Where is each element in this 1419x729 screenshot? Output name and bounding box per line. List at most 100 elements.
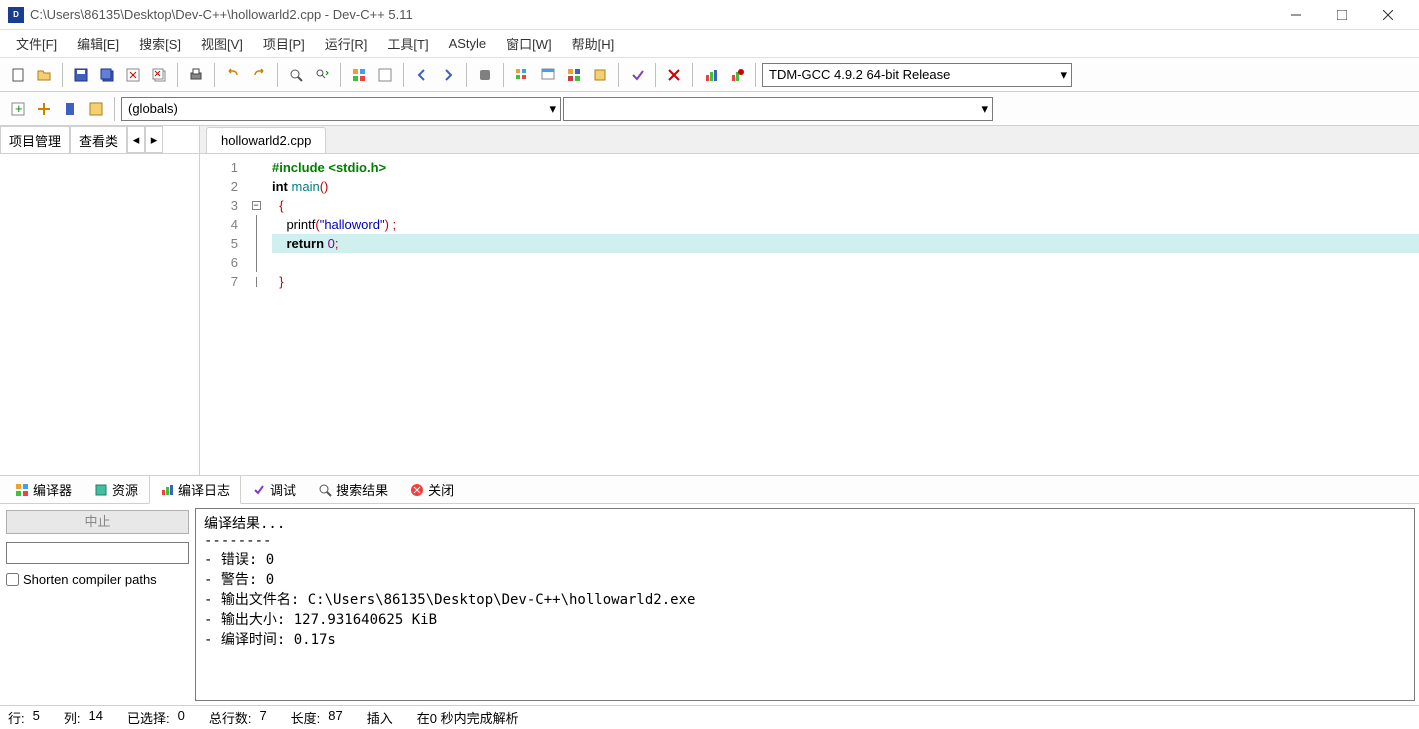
status-total-lines: 总行数: 7 [209, 708, 267, 727]
sidebar-body [0, 154, 199, 475]
compiler-selector-label: TDM-GCC 4.9.2 64-bit Release [769, 67, 950, 82]
chart-icon [160, 483, 174, 497]
forward-icon[interactable] [436, 63, 460, 87]
tab-debug[interactable]: 调试 [241, 475, 307, 504]
shorten-paths-checkbox[interactable]: Shorten compiler paths [6, 572, 189, 587]
code-editor[interactable]: 1234567 − #include <stdio.h>int main() {… [200, 154, 1419, 475]
tab-project[interactable]: 项目管理 [0, 126, 70, 153]
editor-pane: hollowarld2.cpp 1234567 − #include <stdi… [200, 126, 1419, 475]
menu-project[interactable]: 项目[P] [253, 30, 315, 57]
menu-window[interactable]: 窗口[W] [496, 30, 562, 57]
status-selected: 已选择: 0 [127, 708, 185, 727]
tab-close-label: 关闭 [428, 480, 454, 499]
undo-icon[interactable] [221, 63, 245, 87]
chevron-down-icon: ▾ [981, 101, 988, 117]
delete-profile-icon[interactable] [725, 63, 749, 87]
tab-close[interactable]: 关闭 [399, 475, 465, 504]
app-icon: D [8, 7, 24, 23]
status-col: 列: 14 [64, 708, 103, 727]
secondary-toolbar: + (globals) ▾ ▾ [0, 92, 1419, 126]
menu-tools[interactable]: 工具[T] [377, 30, 438, 57]
breakpoint-icon[interactable] [473, 63, 497, 87]
compile-log-output[interactable]: 编译结果... -------- - 错误: 0 - 警告: 0 - 输出文件名… [195, 508, 1415, 701]
status-bar: 行: 5 列: 14 已选择: 0 总行数: 7 长度: 87 插入 在0 秒内… [0, 705, 1419, 729]
close-button[interactable] [1365, 0, 1411, 30]
bottom-tabs: 编译器 资源 编译日志 调试 搜索结果 关闭 [0, 476, 1419, 504]
abort-button[interactable]: 中止 [6, 510, 189, 534]
close-file-icon[interactable] [121, 63, 145, 87]
menu-astyle[interactable]: AStyle [439, 32, 497, 55]
find-icon[interactable] [284, 63, 308, 87]
main-toolbar: TDM-GCC 4.9.2 64-bit Release ▾ [0, 58, 1419, 92]
titlebar: D C:\Users\86135\Desktop\Dev-C++\hollowa… [0, 0, 1419, 30]
sidebar: 项目管理 查看类 ◂ ▸ [0, 126, 200, 475]
check-icon [252, 483, 266, 497]
menu-file[interactable]: 文件[F] [6, 30, 67, 57]
tab-search-label: 搜索结果 [336, 480, 388, 499]
log-filter-input[interactable] [6, 542, 189, 564]
tab-debug-label: 调试 [270, 480, 296, 499]
menu-view[interactable]: 视图[V] [191, 30, 253, 57]
shorten-paths-label: Shorten compiler paths [23, 572, 157, 587]
menu-help[interactable]: 帮助[H] [562, 30, 625, 57]
new-file-icon[interactable] [6, 63, 30, 87]
profile-icon[interactable] [699, 63, 723, 87]
status-parse: 在0 秒内完成解析 [417, 708, 519, 727]
stop-icon[interactable] [662, 63, 686, 87]
status-mode: 插入 [367, 708, 393, 727]
save-all-icon[interactable] [95, 63, 119, 87]
search-icon [318, 483, 332, 497]
compiler-selector[interactable]: TDM-GCC 4.9.2 64-bit Release ▾ [762, 63, 1072, 87]
goto-icon[interactable] [84, 97, 108, 121]
tab-resources-label: 资源 [112, 480, 138, 499]
debug-icon[interactable] [625, 63, 649, 87]
globals-selector[interactable]: (globals) ▾ [121, 97, 561, 121]
redo-icon[interactable] [247, 63, 271, 87]
shorten-paths-input[interactable] [6, 573, 19, 586]
editor-tab-active[interactable]: hollowarld2.cpp [206, 127, 326, 153]
globals-selector-label: (globals) [128, 101, 178, 116]
replace-icon[interactable] [310, 63, 334, 87]
sidebar-tabs: 项目管理 查看类 ◂ ▸ [0, 126, 199, 154]
tab-resources[interactable]: 资源 [83, 475, 149, 504]
new-class-icon[interactable]: + [6, 97, 30, 121]
tab-compile-log[interactable]: 编译日志 [149, 475, 241, 504]
menubar: 文件[F] 编辑[E] 搜索[S] 视图[V] 项目[P] 运行[R] 工具[T… [0, 30, 1419, 58]
save-icon[interactable] [69, 63, 93, 87]
run2-icon[interactable] [536, 63, 560, 87]
window-title: C:\Users\86135\Desktop\Dev-C++\hollowarl… [30, 7, 1273, 22]
menu-run[interactable]: 运行[R] [315, 30, 378, 57]
rebuild-all-icon[interactable] [588, 63, 612, 87]
open-file-icon[interactable] [32, 63, 56, 87]
menu-edit[interactable]: 编辑[E] [67, 30, 129, 57]
tab-log-label: 编译日志 [178, 480, 230, 499]
menu-search[interactable]: 搜索[S] [129, 30, 191, 57]
fold-column[interactable]: − [248, 154, 264, 475]
tab-scroll-left[interactable]: ◂ [127, 126, 145, 153]
compile-run-icon[interactable] [510, 63, 534, 87]
functions-selector[interactable]: ▾ [563, 97, 993, 121]
tab-classes[interactable]: 查看类 [70, 126, 127, 153]
chevron-down-icon: ▾ [549, 101, 556, 117]
tab-compiler[interactable]: 编译器 [4, 475, 83, 504]
minimize-button[interactable] [1273, 0, 1319, 30]
rebuild-icon[interactable] [562, 63, 586, 87]
code-content[interactable]: #include <stdio.h>int main() { printf("h… [264, 154, 1419, 475]
print-icon[interactable] [184, 63, 208, 87]
bottom-panel: 编译器 资源 编译日志 调试 搜索结果 关闭 中止 Shorte [0, 475, 1419, 705]
tab-compiler-label: 编译器 [33, 480, 72, 499]
insert-icon[interactable] [32, 97, 56, 121]
chevron-down-icon: ▾ [1060, 67, 1067, 83]
svg-text:+: + [15, 101, 23, 116]
close-all-icon[interactable] [147, 63, 171, 87]
close-icon [410, 483, 424, 497]
maximize-button[interactable] [1319, 0, 1365, 30]
bookmark-icon[interactable] [58, 97, 82, 121]
run-icon[interactable] [373, 63, 397, 87]
tab-scroll-right[interactable]: ▸ [145, 126, 163, 153]
tab-search-results[interactable]: 搜索结果 [307, 475, 399, 504]
bottom-controls: 中止 Shorten compiler paths [0, 504, 195, 705]
back-icon[interactable] [410, 63, 434, 87]
line-gutter: 1234567 [200, 154, 248, 475]
compile-icon[interactable] [347, 63, 371, 87]
